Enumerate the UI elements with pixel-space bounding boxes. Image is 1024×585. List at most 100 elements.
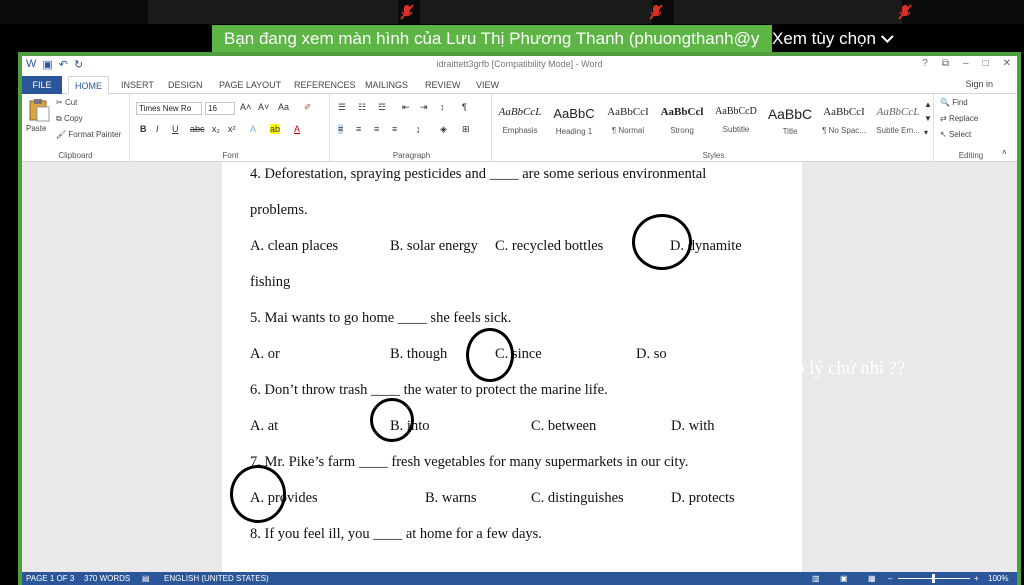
find-button[interactable]: 🔍 Find <box>940 98 968 107</box>
tab-review[interactable]: REVIEW <box>419 76 467 94</box>
copy-button[interactable]: ⧉ Copy <box>56 114 83 124</box>
minimize-button[interactable]: – <box>963 58 969 69</box>
font-size-select[interactable]: 16 <box>205 102 235 115</box>
participant-thumbnail[interactable] <box>148 0 398 24</box>
change-case-button[interactable]: Aa <box>278 102 289 112</box>
proofing-icon[interactable]: ▤ <box>142 572 150 585</box>
superscript-button[interactable]: x² <box>228 124 236 134</box>
tab-mailings[interactable]: MAILINGS <box>359 76 414 94</box>
chevron-down-icon <box>880 30 894 44</box>
collapse-ribbon-icon[interactable]: ˄ <box>1002 148 1007 157</box>
option-7c: C. distinguishes <box>531 490 624 506</box>
cut-button[interactable]: ✂ Cut <box>56 98 77 107</box>
styles-group: AaBbCcL Emphasis AaBbC Heading 1 AaBbCcI ¶ … <box>494 94 934 162</box>
zoom-in-icon[interactable]: + <box>974 572 979 585</box>
zoom-level[interactable]: 100% <box>988 572 1008 585</box>
shrink-font-button[interactable]: A˅ <box>258 102 269 112</box>
maximize-button[interactable]: □ <box>983 58 989 69</box>
grow-font-button[interactable]: A˄ <box>240 102 251 112</box>
format-painter-button[interactable]: 🖌 Format Painter <box>56 130 121 139</box>
participant-thumbnail[interactable] <box>674 0 902 24</box>
tab-references[interactable]: REFERENCES <box>288 76 362 94</box>
highlight-button[interactable]: ab <box>270 124 281 134</box>
style-sample: AaBbCcl <box>660 106 704 118</box>
zoom-slider-thumb[interactable] <box>932 574 935 583</box>
cursor-icon: ↖ <box>940 130 949 139</box>
paragraph-group: ☰ ☷ ☲ ⇤ ⇥ ↕ ¶ ≡ ≡ ≡ ≡ ↨ ◈ ⊞ Paragraph <box>332 94 492 162</box>
word-count[interactable]: 370 WORDS <box>84 572 130 585</box>
tab-view[interactable]: VIEW <box>470 76 505 94</box>
styles-scroll-up-icon[interactable]: ▲ <box>924 100 932 109</box>
style-name: Subtitle <box>722 125 750 134</box>
justify-button[interactable]: ≡ <box>392 124 397 134</box>
editing-group: 🔍 Find ⇄ Replace ↖ Select Editing <box>936 94 1006 162</box>
font-group-label: Font <box>222 151 239 160</box>
tab-design[interactable]: DESIGN <box>162 76 209 94</box>
style-strong[interactable]: AaBbCcl Strong <box>656 102 708 144</box>
search-icon: 🔍 <box>940 98 953 107</box>
borders-button[interactable]: ⊞ <box>462 124 470 135</box>
paragraph-group-label: Paragraph <box>392 151 431 160</box>
underline-button[interactable]: U <box>172 124 179 134</box>
line-spacing-button[interactable]: ↨ <box>416 124 421 134</box>
style-name: ¶ No Spac... <box>822 126 866 135</box>
style-normal[interactable]: AaBbCcI ¶ Normal <box>602 102 654 144</box>
select-label: Select <box>948 130 972 139</box>
text-effects-button[interactable]: A <box>250 124 256 134</box>
paste-button[interactable]: Paste <box>26 124 46 133</box>
tab-file[interactable]: FILE <box>22 76 62 94</box>
copy-icon: ⧉ <box>56 114 64 123</box>
read-mode-icon[interactable]: ▥ <box>812 572 820 585</box>
select-button[interactable]: ↖ Select <box>940 130 971 139</box>
styles-more-icon[interactable]: ▾ <box>924 128 928 137</box>
style-no-spacing[interactable]: AaBbCcI ¶ No Spac... <box>818 102 870 144</box>
close-button[interactable]: ✕ <box>1003 58 1011 69</box>
view-options-button[interactable]: Xem tùy chọn <box>772 25 894 53</box>
view-options-label: Xem tùy chọn <box>772 29 876 48</box>
web-layout-icon[interactable]: ▦ <box>868 572 876 585</box>
increase-indent-button[interactable]: ⇥ <box>420 102 428 113</box>
option-5a: A. or <box>250 346 280 362</box>
subscript-button[interactable]: x₂ <box>212 124 220 134</box>
shading-button[interactable]: ◈ <box>440 124 447 135</box>
style-emphasis[interactable]: AaBbCcL Emphasis <box>494 102 546 144</box>
decrease-indent-button[interactable]: ⇤ <box>402 102 410 113</box>
align-right-button[interactable]: ≡ <box>374 124 379 134</box>
cut-label: Cut <box>64 98 78 107</box>
style-subtitle[interactable]: AaBbCcD Subtitle <box>710 102 762 144</box>
help-button[interactable]: ? <box>922 58 928 69</box>
style-heading-1[interactable]: AaBbC Heading 1 <box>548 102 600 144</box>
print-layout-icon[interactable]: ▣ <box>840 572 848 585</box>
sort-button[interactable]: ↕ <box>440 102 445 112</box>
tab-home[interactable]: HOME <box>68 76 109 94</box>
clear-formatting-icon[interactable]: ✐ <box>304 102 312 113</box>
tab-insert[interactable]: INSERT <box>115 76 160 94</box>
bold-button[interactable]: B <box>140 124 147 134</box>
word-window: W ▣ ↶ ↻ idraittett3grfb [Compatibility M… <box>22 56 1017 585</box>
brush-icon: 🖌 <box>56 130 69 139</box>
font-name-select[interactable]: Times New Ro <box>136 102 202 115</box>
italic-button[interactable]: I <box>156 124 159 134</box>
ribbon-display-button[interactable]: ⧉ <box>942 58 949 69</box>
language-indicator[interactable]: ENGLISH (UNITED STATES) <box>164 572 269 585</box>
style-subtle-emphasis[interactable]: AaBbCcL Subtle Em... <box>872 102 924 144</box>
numbering-button[interactable]: ☷ <box>358 102 366 113</box>
align-center-button[interactable]: ≡ <box>356 124 361 134</box>
sign-in-link[interactable]: Sign in <box>965 79 993 89</box>
zoom-out-icon[interactable]: – <box>888 572 892 585</box>
replace-button[interactable]: ⇄ Replace <box>940 114 978 123</box>
styles-scroll-down-icon[interactable]: ▼ <box>924 114 932 123</box>
align-left-button[interactable]: ≡ <box>338 124 344 134</box>
question-7-text: 7. Mr. Pike’s farm ____ fresh vegetables… <box>250 454 689 470</box>
show-marks-button[interactable]: ¶ <box>462 102 467 112</box>
font-color-button[interactable]: A <box>294 124 300 134</box>
option-4c: C. recycled bottles <box>495 238 604 254</box>
bullets-button[interactable]: ☰ <box>338 102 346 113</box>
participant-thumbnail[interactable] <box>420 0 652 24</box>
multilevel-list-button[interactable]: ☲ <box>378 102 386 113</box>
page-count[interactable]: PAGE 1 OF 3 <box>26 572 74 585</box>
paste-icon[interactable] <box>28 98 50 122</box>
strikethrough-button[interactable]: abc <box>190 124 205 134</box>
tab-page-layout[interactable]: PAGE LAYOUT <box>213 76 287 94</box>
style-title[interactable]: AaBbC Title <box>764 102 816 144</box>
